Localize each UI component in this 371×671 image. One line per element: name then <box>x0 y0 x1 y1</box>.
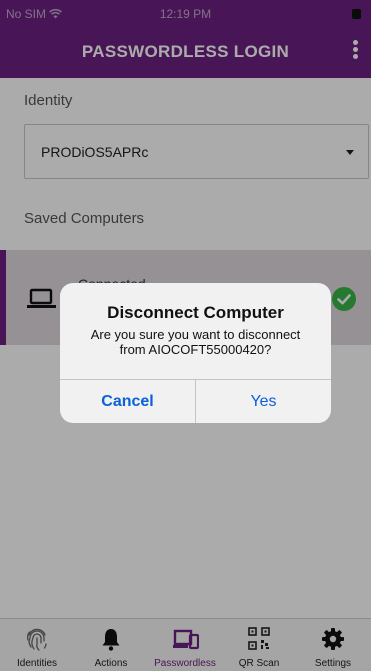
yes-button[interactable]: Yes <box>196 380 331 423</box>
dialog-message: Are you sure you want to disconnect from… <box>90 327 301 357</box>
cancel-button[interactable]: Cancel <box>60 380 195 423</box>
disconnect-dialog: Disconnect Computer Are you sure you wan… <box>60 283 331 423</box>
dialog-title: Disconnect Computer <box>107 303 284 322</box>
